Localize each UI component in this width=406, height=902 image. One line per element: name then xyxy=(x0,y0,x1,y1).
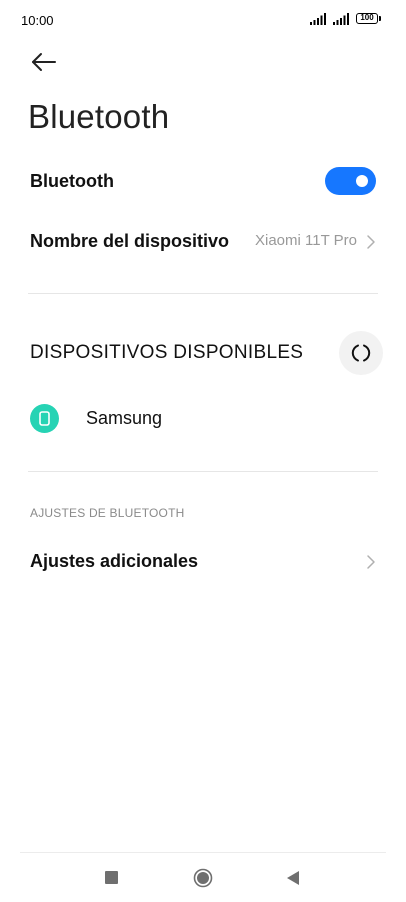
refresh-button[interactable] xyxy=(339,331,383,375)
divider xyxy=(28,471,378,472)
toggle-knob xyxy=(356,175,368,187)
navigation-bar xyxy=(0,852,406,902)
signal-icon xyxy=(310,13,326,25)
square-icon[interactable] xyxy=(105,871,118,884)
circle-icon[interactable] xyxy=(193,868,213,888)
bluetooth-toggle[interactable] xyxy=(325,167,376,195)
arrow-left-icon xyxy=(32,53,56,71)
battery-tip xyxy=(379,16,381,21)
device-name-value: Xiaomi 11T Pro xyxy=(255,232,357,249)
list-item-device[interactable]: Samsung xyxy=(0,398,406,440)
status-bar: 10:00 100 xyxy=(0,0,406,40)
additional-settings-label: Ajustes adicionales xyxy=(30,551,199,571)
additional-settings-row[interactable]: Ajustes adicionales xyxy=(0,540,406,584)
device-name-row[interactable]: Nombre del dispositivo Xiaomi 11T Pro xyxy=(0,220,406,264)
page-title: Bluetooth xyxy=(28,98,170,135)
device-label: Samsung xyxy=(86,408,163,428)
available-devices-title: DISPOSITIVOS DISPONIBLES xyxy=(30,342,304,363)
battery-icon: 100 xyxy=(356,13,378,24)
chevron-right-icon xyxy=(367,555,375,569)
refresh-icon xyxy=(351,344,371,362)
bluetooth-label: Bluetooth xyxy=(30,171,114,191)
phone-icon xyxy=(30,404,59,433)
chevron-right-icon xyxy=(367,235,375,249)
bluetooth-settings-title: AJUSTES DE BLUETOOTH xyxy=(30,506,185,520)
device-name-label: Nombre del dispositivo xyxy=(30,231,230,251)
status-time: 10:00 xyxy=(21,13,54,28)
signal-icon xyxy=(333,13,349,25)
nav-divider xyxy=(20,852,386,853)
back-button[interactable] xyxy=(28,48,60,76)
triangle-left-icon[interactable] xyxy=(285,869,301,887)
bluetooth-settings-screen: 10:00 100 Bluetooth Bluetooth Nombre del… xyxy=(0,0,406,902)
divider xyxy=(28,293,378,294)
